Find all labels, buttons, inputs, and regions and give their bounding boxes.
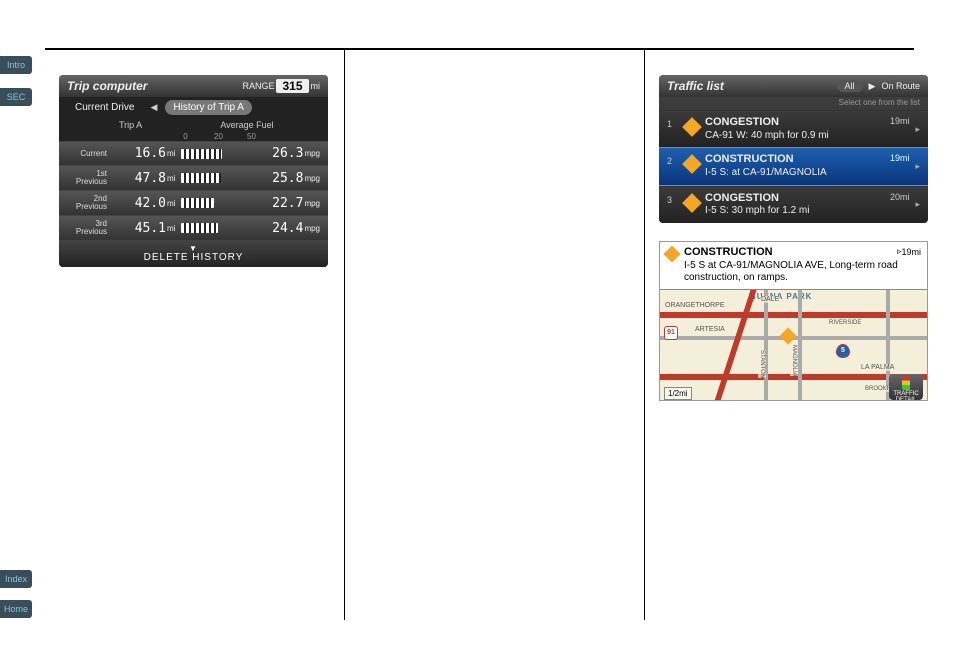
map-banner-dist: 19mi xyxy=(901,246,921,258)
column-left: Trip computer RANGE 315 mi Current Drive… xyxy=(45,50,345,620)
trip-computer-panel: Trip computer RANGE 315 mi Current Drive… xyxy=(59,75,328,267)
item-desc: I-5 S: at CA-91/MAGNOLIA xyxy=(705,167,884,180)
trip-row-current: Current 16.6mi 26.3mpg xyxy=(59,141,328,165)
tab-index[interactable]: Index xyxy=(0,570,32,588)
row-mpg-unit: mpg xyxy=(304,149,320,158)
col-header-trip: Trip A xyxy=(119,120,174,130)
traffic-item-2[interactable]: 2 CONSTRUCTION I-5 S: at CA-91/MAGNOLIA … xyxy=(659,147,928,185)
item-desc: I-5 S: 30 mph for 1.2 mi xyxy=(705,205,884,218)
warning-icon xyxy=(682,117,702,137)
traffic-light-icon xyxy=(902,376,910,390)
range-label: RANGE xyxy=(242,81,274,91)
row-dist-unit: mi xyxy=(167,199,175,208)
scale-1: 20 xyxy=(202,132,235,141)
row-label: 2nd Previous xyxy=(67,195,111,211)
scale-0: 0 xyxy=(169,132,202,141)
range-value: 315 xyxy=(276,79,308,93)
tab-history-trip-a[interactable]: History of Trip A xyxy=(165,100,252,115)
row-mpg-unit: mpg xyxy=(304,224,320,233)
row-dist: 47.8 xyxy=(111,171,166,186)
tab-intro[interactable]: Intro xyxy=(0,56,32,74)
row-mpg: 22.7 xyxy=(253,196,303,211)
item-dist: 20mi xyxy=(890,192,910,202)
row-dist: 45.1 xyxy=(111,221,166,236)
item-number: 3 xyxy=(667,192,679,205)
traffic-list-title: Traffic list xyxy=(667,79,837,93)
chevron-right-icon: ▹ xyxy=(897,246,902,257)
warning-icon xyxy=(682,154,702,174)
delete-history-label: DELETE HISTORY xyxy=(144,252,244,263)
filter-all[interactable]: All xyxy=(837,80,863,92)
street-orangethorpe: ORANGETHORPE xyxy=(664,302,726,309)
row-mpg: 26.3 xyxy=(253,146,303,161)
row-mpg-unit: mpg xyxy=(304,199,320,208)
trip-row-3prev: 3rd Previous 45.1mi 24.4mpg xyxy=(59,215,328,240)
column-middle xyxy=(345,50,645,620)
row-label: 3rd Previous xyxy=(67,220,111,236)
scale-2: 50 xyxy=(235,132,268,141)
filter-on-route[interactable]: On Route xyxy=(881,81,920,91)
traffic-item-3[interactable]: 3 CONGESTION I-5 S: 30 mph for 1.2 mi 20… xyxy=(659,186,928,223)
street-lapalma: LA PALMA xyxy=(860,364,895,371)
trip-row-1prev: 1st Previous 47.8mi 25.8mpg xyxy=(59,165,328,190)
map-canvas[interactable]: BUENA PARK ORANGETHORPE ARTESIA LA PALMA… xyxy=(660,290,927,401)
chevron-right-icon: ▸ xyxy=(915,124,920,135)
traffic-detail-label: TRAFFIC DETAIL xyxy=(893,391,918,401)
row-dist: 42.0 xyxy=(111,196,166,211)
street-magnolia: MAGNOLIA xyxy=(790,345,798,377)
shield-ca91: 91 xyxy=(664,326,678,340)
item-desc: CA-91 W: 40 mph for 0.9 mi xyxy=(705,130,884,143)
column-right: Traffic list All ▶ On Route Select one f… xyxy=(645,50,942,620)
chevron-right-icon: ▸ xyxy=(915,199,920,210)
chevron-left-icon: ◀ xyxy=(150,102,157,113)
trip-computer-title: Trip computer xyxy=(67,79,242,93)
delete-history-button[interactable]: ▼ DELETE HISTORY xyxy=(59,240,328,267)
item-title: CONGESTION xyxy=(705,116,884,130)
row-dist-unit: mi xyxy=(167,224,175,233)
trip-row-2prev: 2nd Previous 42.0mi 22.7mpg xyxy=(59,190,328,215)
row-mpg-unit: mpg xyxy=(304,174,320,183)
play-icon: ▶ xyxy=(869,81,876,92)
street-artesia: ARTESIA xyxy=(694,326,726,333)
traffic-detail-button[interactable]: TRAFFIC DETAIL xyxy=(889,374,923,400)
trip-computer-header: Trip computer RANGE 315 mi xyxy=(59,75,328,97)
item-number: 2 xyxy=(667,153,679,166)
row-dist-unit: mi xyxy=(167,149,175,158)
traffic-item-1[interactable]: 1 CONGESTION CA-91 W: 40 mph for 0.9 mi … xyxy=(659,110,928,147)
row-mpg: 24.4 xyxy=(253,221,303,236)
traffic-list-subtitle: Select one from the list xyxy=(659,97,928,110)
map-detail-panel: CONSTRUCTION 19mi ▹ I-5 S at CA-91/MAGNO… xyxy=(659,241,928,401)
item-dist: 19mi xyxy=(890,116,910,126)
item-number: 1 xyxy=(667,116,679,129)
map-banner-desc: I-5 S at CA-91/MAGNOLIA AVE, Long-term r… xyxy=(684,260,921,285)
tab-home[interactable]: Home xyxy=(0,600,32,618)
item-title: CONSTRUCTION xyxy=(705,153,884,167)
item-title: CONGESTION xyxy=(705,192,884,206)
range-unit: mi xyxy=(311,81,321,91)
tab-current-drive[interactable]: Current Drive xyxy=(67,100,142,115)
row-dist: 16.6 xyxy=(111,146,166,161)
incident-marker-icon xyxy=(780,327,797,344)
map-banner: CONSTRUCTION 19mi ▹ I-5 S at CA-91/MAGNO… xyxy=(660,242,927,290)
tab-sec[interactable]: SEC xyxy=(0,88,32,106)
row-mpg: 25.8 xyxy=(253,171,303,186)
street-riverside: RIVERSIDE xyxy=(828,320,862,326)
traffic-list-panel: Traffic list All ▶ On Route Select one f… xyxy=(659,75,928,223)
map-scale: 1/2mi xyxy=(664,387,692,400)
map-banner-title: CONSTRUCTION xyxy=(684,246,773,258)
row-dist-unit: mi xyxy=(167,174,175,183)
row-label: 1st Previous xyxy=(67,170,111,186)
col-header-fuel: Average Fuel xyxy=(174,120,320,130)
warning-icon xyxy=(682,193,702,213)
item-dist: 19mi xyxy=(890,153,910,163)
street-dale: DALE xyxy=(760,296,780,303)
street-stanton: STANTON xyxy=(758,350,766,378)
street-brookh: BROOKH xyxy=(864,386,892,392)
shield-i5: 5 xyxy=(836,344,850,358)
warning-icon xyxy=(664,245,681,262)
row-label: Current xyxy=(67,150,111,158)
chevron-right-icon: ▸ xyxy=(915,161,920,172)
